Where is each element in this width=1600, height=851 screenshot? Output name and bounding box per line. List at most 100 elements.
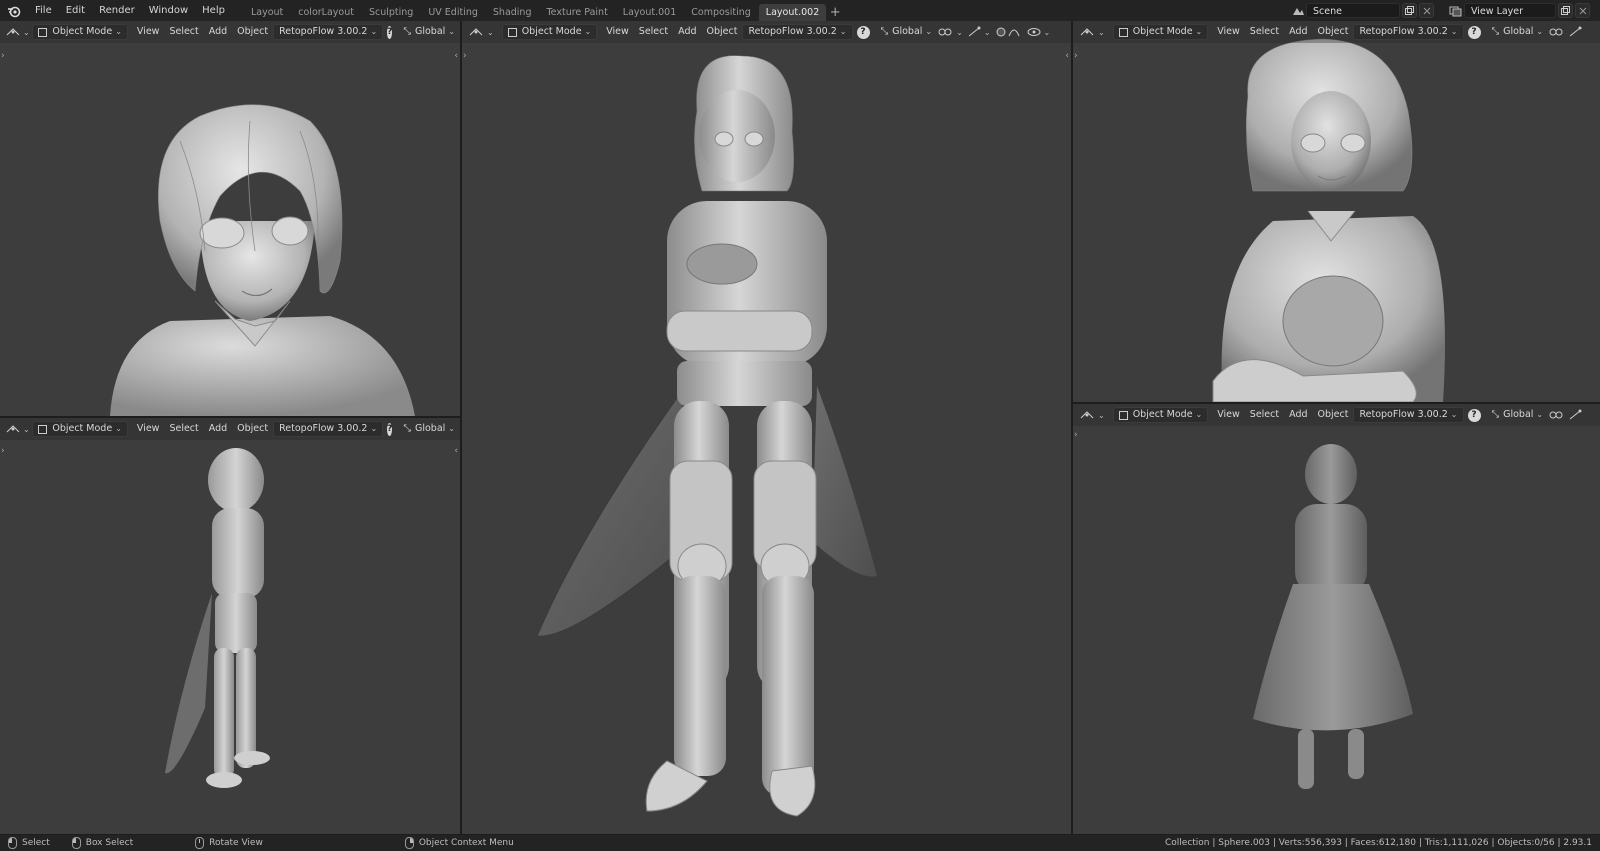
view-menu[interactable]: View — [1212, 407, 1245, 423]
menu-file[interactable]: File — [28, 0, 59, 21]
tab-texture-paint[interactable]: Texture Paint — [539, 4, 614, 21]
chevron-down-icon: ⌄ — [23, 424, 30, 434]
tab-shading[interactable]: Shading — [486, 4, 539, 21]
tab-layout-001[interactable]: Layout.001 — [616, 4, 683, 21]
select-menu[interactable]: Select — [164, 24, 203, 40]
select-menu[interactable]: Select — [1245, 24, 1284, 40]
orientation-dropdown[interactable]: ⤡ Global ⌄ — [398, 24, 460, 40]
expand-toolbar-icon[interactable]: › — [1, 446, 5, 456]
expand-toolbar-icon[interactable]: › — [463, 51, 467, 61]
select-menu[interactable]: Select — [1245, 407, 1284, 423]
object-menu[interactable]: Object — [232, 421, 273, 437]
scene-icon[interactable] — [1290, 3, 1306, 19]
editor-type-icon[interactable] — [468, 24, 484, 40]
viewport-header: ⌄ Object Mode ⌄ View Select Add Object Re… — [0, 418, 460, 440]
pivot-point-icon[interactable] — [1548, 409, 1564, 421]
expand-toolbar-icon[interactable]: › — [1, 51, 5, 61]
object-menu[interactable]: Object — [232, 24, 273, 40]
help-icon[interactable]: ? — [856, 25, 870, 39]
object-menu[interactable]: Object — [702, 24, 743, 40]
object-mode-dropdown[interactable]: Object Mode ⌄ — [1112, 407, 1209, 423]
expand-toolbar-icon[interactable]: › — [1074, 51, 1078, 61]
proportional-editing-icon[interactable] — [995, 26, 1023, 38]
view-menu[interactable]: View — [132, 24, 165, 40]
menu-render[interactable]: Render — [92, 0, 142, 21]
view-menu[interactable]: View — [1212, 24, 1245, 40]
snap-icon[interactable]: ⌄ — [967, 26, 991, 38]
add-menu[interactable]: Add — [1284, 407, 1312, 423]
expand-sidebar-icon[interactable]: ‹ — [1065, 51, 1069, 61]
snap-icon[interactable] — [1568, 409, 1582, 421]
tab-compositing[interactable]: Compositing — [684, 4, 758, 21]
object-mode-dropdown[interactable]: Object Mode ⌄ — [1112, 24, 1209, 40]
object-menu[interactable]: Object — [1313, 24, 1354, 40]
retopoflow-label: RetopoFlow 3.00.2 — [279, 423, 368, 434]
orientation-dropdown[interactable]: ⤡ Global ⌄ — [398, 421, 460, 437]
object-menu[interactable]: Object — [1313, 407, 1354, 423]
editor-type-icon[interactable] — [1079, 407, 1095, 423]
expand-toolbar-icon[interactable]: › — [1074, 430, 1078, 440]
help-icon[interactable]: ? — [387, 25, 393, 39]
viewport-header: ⌄ Object Mode ⌄ View Select Add Object Re… — [1073, 404, 1600, 426]
select-menu[interactable]: Select — [164, 421, 203, 437]
blender-logo-icon[interactable] — [6, 3, 22, 19]
tab-sculpting[interactable]: Sculpting — [362, 4, 420, 21]
view-layer-name-field[interactable]: View Layer — [1464, 3, 1556, 18]
object-mode-dropdown[interactable]: Object Mode ⌄ — [501, 24, 598, 40]
add-menu[interactable]: Add — [204, 24, 232, 40]
object-mode-dropdown[interactable]: Object Mode ⌄ — [32, 421, 128, 437]
pivot-point-icon[interactable]: ⌄ — [937, 26, 963, 38]
expand-sidebar-icon[interactable]: ‹ — [454, 51, 458, 61]
view-menu[interactable]: View — [132, 421, 165, 437]
new-scene-icon[interactable] — [1402, 3, 1417, 18]
delete-view-layer-icon[interactable] — [1575, 3, 1590, 18]
tab-uv-editing[interactable]: UV Editing — [421, 4, 485, 21]
scene-name-field[interactable]: Scene — [1306, 3, 1400, 18]
viewport-bottom-right[interactable]: ⌄ Object Mode ⌄ View Select Add Object Re… — [1073, 404, 1600, 834]
retopoflow-label: RetopoFlow 3.00.2 — [1359, 26, 1448, 37]
menu-edit[interactable]: Edit — [59, 0, 92, 21]
add-menu[interactable]: Add — [673, 24, 701, 40]
chevron-down-icon: ⌄ — [487, 27, 494, 37]
view-layer-icon[interactable] — [1448, 3, 1464, 19]
visibility-icon[interactable]: ⌄ — [1027, 26, 1050, 38]
view-menu[interactable]: View — [601, 24, 634, 40]
editor-type-icon[interactable] — [6, 24, 20, 40]
retopoflow-dropdown[interactable]: RetopoFlow 3.00.2 ⌄ — [742, 24, 853, 40]
snap-icon[interactable] — [1568, 26, 1582, 38]
viewport-top-right[interactable]: ⌄ Object Mode ⌄ View Select Add Object Re… — [1073, 21, 1600, 402]
object-mode-icon — [38, 27, 48, 37]
orientation-dropdown[interactable]: ⤡ Global ⌄ — [1487, 24, 1549, 40]
object-mode-dropdown[interactable]: Object Mode ⌄ — [32, 24, 128, 40]
delete-scene-icon[interactable] — [1419, 3, 1434, 18]
add-menu[interactable]: Add — [204, 421, 232, 437]
editor-type-icon[interactable] — [1079, 24, 1095, 40]
orientation-dropdown[interactable]: ⤡ Global ⌄ — [1487, 407, 1549, 423]
pivot-point-icon[interactable] — [1548, 26, 1564, 38]
add-workspace-button[interactable]: + — [827, 4, 843, 21]
expand-sidebar-icon[interactable]: ‹ — [454, 446, 458, 456]
select-menu[interactable]: Select — [634, 24, 673, 40]
tab-layout-002[interactable]: Layout.002 — [758, 4, 827, 21]
retopoflow-dropdown[interactable]: RetopoFlow 3.00.2 ⌄ — [273, 24, 384, 40]
viewport-center[interactable]: ⌄ Object Mode ⌄ View Select Add Object Re… — [462, 21, 1071, 834]
orientation-label: Global — [1503, 26, 1534, 37]
menu-help[interactable]: Help — [195, 0, 232, 21]
retopoflow-dropdown[interactable]: RetopoFlow 3.00.2 ⌄ — [1353, 407, 1464, 423]
viewport-top-left[interactable]: ⌄ Object Mode ⌄ View Select Add Object Re… — [0, 21, 460, 416]
chevron-down-icon: ⌄ — [448, 27, 455, 36]
help-icon[interactable]: ? — [1467, 408, 1481, 422]
retopoflow-dropdown[interactable]: RetopoFlow 3.00.2 ⌄ — [1353, 24, 1464, 40]
help-icon[interactable]: ? — [1467, 25, 1481, 39]
tab-colorlayout[interactable]: colorLayout — [291, 4, 361, 21]
retopoflow-dropdown[interactable]: RetopoFlow 3.00.2 ⌄ — [273, 421, 384, 437]
viewport-bottom-left[interactable]: ⌄ Object Mode ⌄ View Select Add Object Re… — [0, 418, 460, 834]
add-menu[interactable]: Add — [1284, 24, 1312, 40]
tab-layout[interactable]: Layout — [244, 4, 290, 21]
menu-window[interactable]: Window — [142, 0, 195, 21]
help-icon[interactable]: ? — [387, 422, 393, 436]
new-view-layer-icon[interactable] — [1558, 3, 1573, 18]
model-face-closeup — [110, 104, 415, 416]
editor-type-icon[interactable] — [6, 421, 20, 437]
orientation-dropdown[interactable]: ⤡ Global ⌄ — [876, 24, 938, 40]
